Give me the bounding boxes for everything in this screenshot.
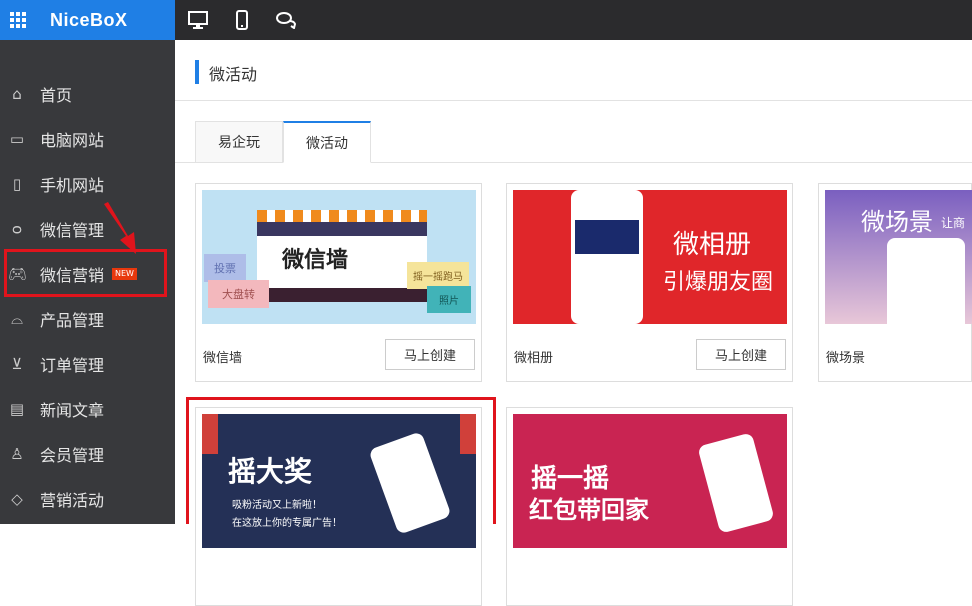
image-subtitle: 引爆朋友圈 [663,270,774,295]
highlight-box [4,249,167,297]
activity-card-micro-album: 微相册 引爆朋友圈 微相册 马上创建 [506,183,793,382]
desktop-icon[interactable] [187,9,209,31]
page-title: 微活动 [209,65,258,84]
nav-label: 订单管理 [40,355,105,375]
card-image: 摇一摇 红包带回家 [513,414,787,548]
user-icon: ♙ [10,444,24,463]
logo-area: NiceBoX [0,0,175,40]
nav-label: 手机网站 [40,175,105,195]
card-image: 微场景 让商 [825,190,972,324]
create-now-button[interactable]: 马上创建 [696,339,786,370]
mobile-icon[interactable] [231,9,253,31]
image-title: 微相册 [673,230,752,260]
tag-icon: ◇ [11,489,23,508]
nav-label: 营销活动 [40,490,105,510]
image-title: 微信墙 [282,248,349,273]
chat-icon[interactable] [275,9,297,31]
card-image: 微信墙 投票 大盘转 摇一摇跑马 照片 [202,190,476,324]
sidebar-item-wechat-manage[interactable]: ᴑ 微信管理 [0,206,175,251]
nav-label: 微信管理 [40,220,105,240]
image-subtitle: 红包带回家 [529,496,649,524]
desktop-icon: ▭ [9,129,25,148]
sidebar-item-home[interactable]: ⌂ 首页 [0,71,175,116]
card-label: 微场景 [826,351,866,366]
home-icon: ⌂ [12,84,22,103]
nav-label: 会员管理 [40,445,105,465]
brand-logo[interactable]: NiceBoX [50,10,128,31]
image-tag: 投票 [204,254,246,282]
top-bar [175,0,972,40]
nav-label: 新闻文章 [40,400,105,420]
activity-card-micro-scene: 微场景 让商 微场景 [818,183,972,382]
create-now-button[interactable]: 马上创建 [385,339,475,370]
activity-card-wechat-wall: 微信墙 投票 大盘转 摇一摇跑马 照片 微信墙 马上创建 [195,183,482,382]
sidebar-item-desktop-site[interactable]: ▭ 电脑网站 [0,116,175,161]
nav-label: 产品管理 [40,310,105,330]
sidebar-item-mobile-site[interactable]: ▯ 手机网站 [0,161,175,206]
apps-grid-icon[interactable] [10,12,26,28]
sidebar-item-products[interactable]: ⌓ 产品管理 [0,296,175,341]
image-title: 微场景 [861,208,933,236]
chat-icon: ᴑ [11,219,23,238]
tab-yiqiwan[interactable]: 易企玩 [195,121,283,163]
highlight-box [186,397,496,524]
nav-label: 首页 [40,85,73,105]
document-icon: ▤ [9,399,25,418]
cart-icon: ⊻ [11,354,23,373]
card-label: 微信墙 [203,351,243,366]
sidebar-item-campaigns[interactable]: ◇ 营销活动 [0,476,175,521]
mobile-icon: ▯ [12,174,22,193]
image-tag: 摇一摇跑马 [407,262,469,289]
card-image: 微相册 引爆朋友圈 [513,190,787,324]
bag-icon: ⌓ [11,309,23,328]
card-label: 微相册 [514,351,554,366]
activity-card-shake-red-packet: 摇一摇 红包带回家 [506,407,793,606]
page-header: 微活动 [175,40,972,101]
tab-bar: 易企玩 微活动 [175,121,972,163]
image-tag: 大盘转 [208,280,269,308]
image-subtitle: 让商 [941,216,966,230]
nav-label: 电脑网站 [40,130,105,150]
tab-micro-activity[interactable]: 微活动 [283,121,371,163]
red-arrow-annotation [104,202,136,254]
sidebar-item-orders[interactable]: ⊻ 订单管理 [0,341,175,386]
image-tag: 照片 [427,286,471,313]
sidebar-item-members[interactable]: ♙ 会员管理 [0,431,175,476]
sidebar-item-news[interactable]: ▤ 新闻文章 [0,386,175,431]
